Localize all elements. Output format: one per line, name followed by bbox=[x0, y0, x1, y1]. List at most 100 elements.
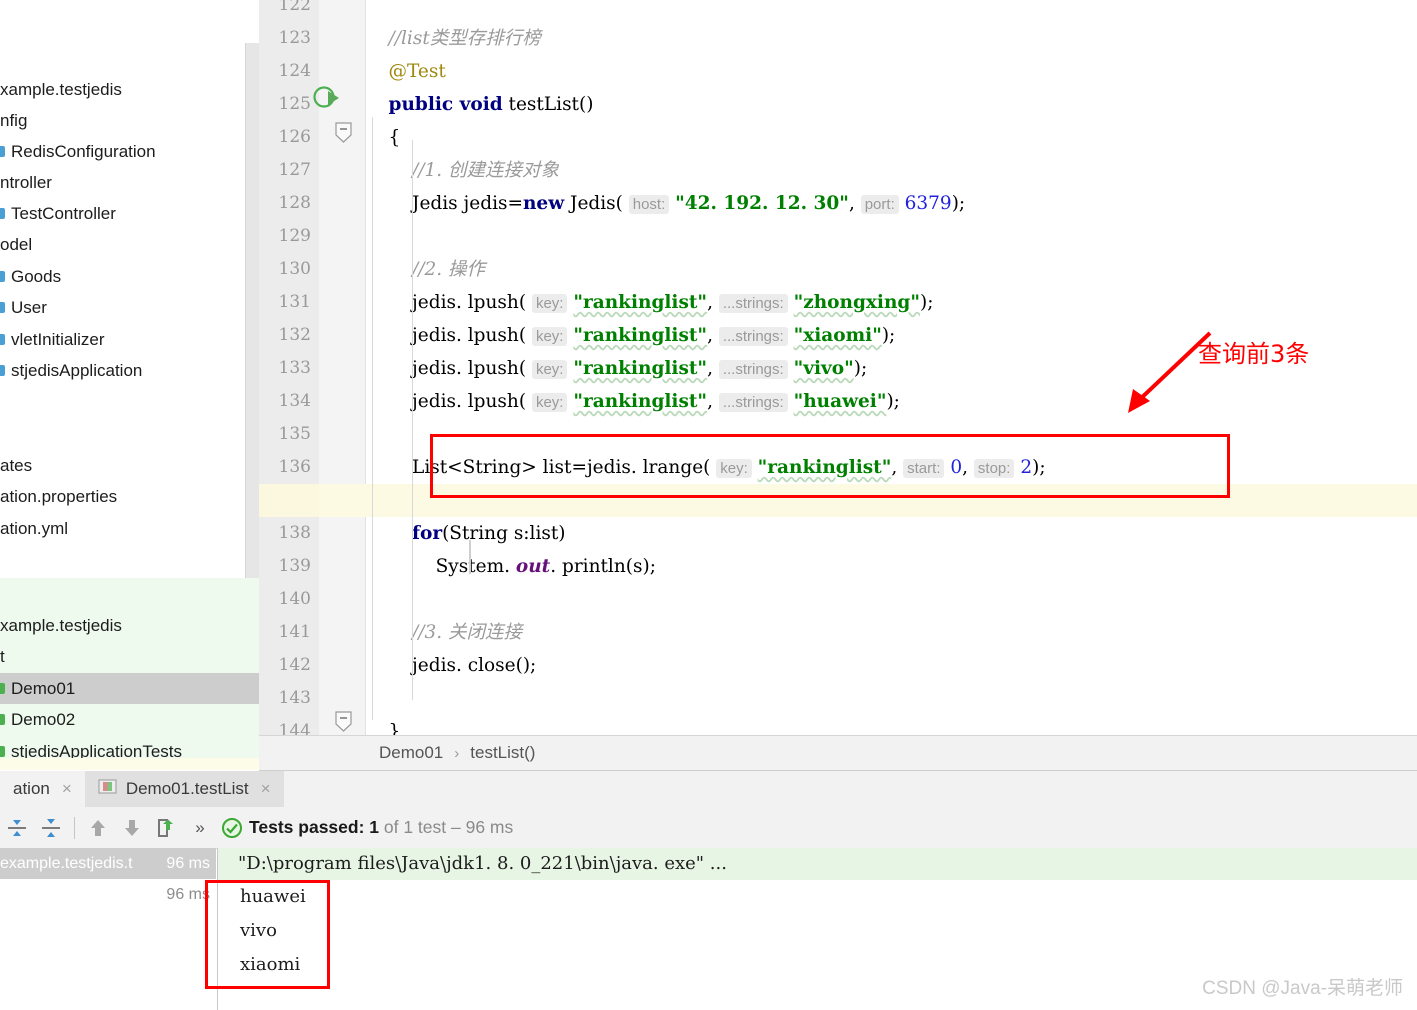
class-icon bbox=[0, 145, 7, 158]
tree-item[interactable]: TestController bbox=[0, 198, 246, 229]
line-number: 142 bbox=[259, 649, 311, 682]
code-token: "vivo" bbox=[794, 358, 854, 379]
more-options-icon[interactable]: » bbox=[183, 811, 217, 845]
code-line[interactable]: //3. 关闭连接 bbox=[365, 616, 522, 649]
code-line[interactable]: System. out. println(s); bbox=[365, 550, 656, 583]
line-number: 143 bbox=[259, 682, 311, 715]
test-result-row[interactable]: 96 ms bbox=[0, 879, 216, 910]
line-number: 126 bbox=[259, 121, 311, 154]
run-tab[interactable]: Demo01.testList × bbox=[85, 771, 284, 807]
tree-item-label: TestController bbox=[11, 198, 116, 229]
code-token: "rankinglist" bbox=[573, 325, 707, 346]
code-line[interactable]: } bbox=[365, 715, 400, 735]
tree-item[interactable]: vletInitializer bbox=[0, 324, 246, 355]
code-token: key: bbox=[532, 327, 568, 346]
run-tab-label: Demo01.testList bbox=[126, 779, 249, 799]
run-test-gutter-icon[interactable] bbox=[311, 84, 345, 114]
code-line[interactable]: @Test bbox=[365, 55, 446, 88]
tree-item[interactable]: ation.properties bbox=[0, 481, 246, 512]
code-line[interactable]: jedis. lpush( key: "rankinglist", ...str… bbox=[365, 319, 895, 352]
code-line[interactable]: jedis. lpush( key: "rankinglist", ...str… bbox=[365, 352, 867, 385]
breadcrumb-method[interactable]: testList() bbox=[470, 743, 535, 763]
prev-failed-test-icon[interactable] bbox=[81, 811, 115, 845]
test-runner-toolbar[interactable]: » Tests passed: 1 of 1 test – 96 ms bbox=[0, 807, 1417, 849]
test-tree-item[interactable]: Demo01 bbox=[0, 673, 259, 704]
code-line[interactable]: for(String s:list) bbox=[365, 517, 566, 550]
code-token: key: bbox=[532, 294, 568, 313]
line-number: 124 bbox=[259, 55, 311, 88]
tree-item[interactable]: ates bbox=[0, 450, 246, 481]
code-token: , bbox=[849, 193, 861, 214]
code-line[interactable]: jedis. close(); bbox=[365, 649, 536, 682]
collapse-all-icon[interactable] bbox=[34, 811, 68, 845]
breadcrumb-separator-icon: › bbox=[454, 745, 459, 762]
run-tab[interactable]: ation× bbox=[0, 771, 85, 807]
line-number: 123 bbox=[259, 22, 311, 55]
project-tree-scrollbar[interactable] bbox=[245, 43, 259, 581]
code-token: jedis. lpush( bbox=[365, 358, 532, 379]
code-token: for bbox=[412, 523, 442, 544]
code-token: System. bbox=[365, 556, 516, 577]
code-line[interactable]: public void testList() bbox=[365, 88, 593, 121]
code-token: jedis. lpush( bbox=[365, 292, 532, 313]
tree-item[interactable]: User bbox=[0, 292, 246, 323]
next-failed-test-icon[interactable] bbox=[115, 811, 149, 845]
code-token: key: bbox=[532, 360, 568, 379]
tree-item[interactable]: xample.testjedis bbox=[0, 74, 246, 105]
code-token: //1. 创建连接对象 bbox=[412, 160, 559, 181]
code-line[interactable]: //1. 创建连接对象 bbox=[365, 154, 559, 187]
tree-item-label: odel bbox=[0, 229, 32, 260]
code-line[interactable]: jedis. lpush( key: "rankinglist", ...str… bbox=[365, 286, 933, 319]
code-token: public void bbox=[389, 94, 503, 115]
breadcrumb-class[interactable]: Demo01 bbox=[379, 743, 443, 763]
code-line[interactable]: //list类型存排行榜 bbox=[365, 22, 541, 55]
close-icon[interactable]: × bbox=[261, 779, 271, 799]
editor-gutter[interactable]: 1221231241251261271281291301311321331341… bbox=[259, 0, 319, 735]
tree-item-label: stjedisApplication bbox=[11, 355, 142, 386]
line-number: 122 bbox=[259, 0, 311, 22]
code-token: (String s:list) bbox=[442, 523, 565, 544]
test-result-row[interactable]: example.testjedis.t96 ms bbox=[0, 848, 216, 879]
export-test-results-icon[interactable] bbox=[149, 811, 183, 845]
tree-item[interactable]: nfig bbox=[0, 105, 246, 136]
code-token: "rankinglist" bbox=[573, 391, 707, 412]
tree-item[interactable]: ation.yml bbox=[0, 513, 246, 544]
tree-item[interactable]: RedisConfiguration bbox=[0, 136, 246, 167]
csdn-watermark: CSDN @Java-呆萌老师 bbox=[1202, 973, 1403, 1000]
code-line[interactable]: jedis. lpush( key: "rankinglist", ...str… bbox=[365, 385, 900, 418]
code-line[interactable]: //2. 操作 bbox=[365, 253, 485, 286]
tree-item[interactable]: odel bbox=[0, 229, 246, 260]
tree-item-label: xample.testjedis bbox=[0, 74, 122, 105]
test-class-icon bbox=[0, 713, 7, 726]
line-number: 144 bbox=[259, 715, 311, 735]
code-token: ...strings: bbox=[719, 393, 788, 412]
code-line[interactable]: { bbox=[365, 121, 400, 154]
fold-collapse-icon-144[interactable] bbox=[335, 711, 352, 732]
toolbar-divider bbox=[74, 817, 75, 839]
test-class-icon bbox=[0, 745, 7, 758]
run-tool-window-tabs[interactable]: ation× Demo01.testList × bbox=[0, 771, 1417, 808]
test-tree-item[interactable]: t bbox=[0, 641, 259, 672]
test-tree-item-label: Demo01 bbox=[11, 673, 75, 704]
test-sources-tree-panel[interactable]: xample.testjedistDemo01Demo02stjedisAppl… bbox=[0, 578, 259, 770]
tests-passed-icon bbox=[221, 817, 243, 839]
tree-item[interactable]: ntroller bbox=[0, 167, 246, 198]
code-token: "huawei" bbox=[794, 391, 887, 412]
tree-item[interactable]: Goods bbox=[0, 261, 246, 292]
code-token: ...strings: bbox=[719, 327, 788, 346]
line-number: 140 bbox=[259, 583, 311, 616]
code-token: Jedis jedis= bbox=[365, 193, 523, 214]
tree-item[interactable]: stjedisApplication bbox=[0, 355, 246, 386]
fold-collapse-icon-126[interactable] bbox=[335, 122, 352, 143]
breadcrumb[interactable]: Demo01 › testList() bbox=[259, 735, 1417, 771]
test-results-tree[interactable]: example.testjedis.t96 ms96 ms bbox=[0, 848, 216, 1010]
test-tree-item[interactable]: Demo02 bbox=[0, 704, 259, 735]
expand-all-icon[interactable] bbox=[0, 811, 34, 845]
tree-item-label: Goods bbox=[11, 261, 61, 292]
close-icon[interactable]: × bbox=[62, 779, 72, 799]
code-line[interactable]: Jedis jedis=new Jedis( host: "42. 192. 1… bbox=[365, 187, 965, 220]
console-command-line: "D:\program files\Java\jdk1. 8. 0_221\bi… bbox=[218, 848, 1417, 880]
tests-passed-detail: of 1 test – 96 ms bbox=[379, 817, 513, 837]
code-token: key: bbox=[532, 393, 568, 412]
test-tree-item[interactable]: xample.testjedis bbox=[0, 610, 259, 641]
